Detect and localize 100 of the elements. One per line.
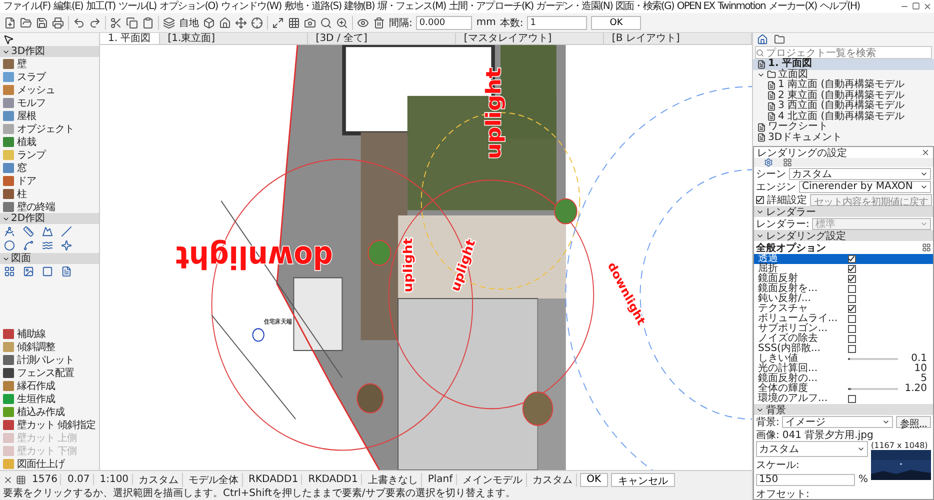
count-field[interactable]: 1 bbox=[527, 16, 588, 30]
view-field[interactable]: カスタム bbox=[136, 472, 183, 486]
view-field[interactable]: RKDADD1 bbox=[305, 474, 362, 485]
circle-icon[interactable] bbox=[4, 240, 15, 251]
close-icon[interactable] bbox=[921, 148, 930, 157]
tool-item[interactable]: 壁の終端 bbox=[0, 200, 99, 213]
tree-item[interactable]: 1. 平面図 bbox=[753, 59, 934, 70]
cut-icon[interactable] bbox=[110, 16, 122, 28]
section-header[interactable]: レンダラー bbox=[754, 206, 933, 217]
view-field[interactable]: カスタム bbox=[530, 472, 577, 486]
tree-item[interactable]: 1 南立面 (自動再構築モデル bbox=[753, 80, 934, 90]
tool-item[interactable]: 傾斜調整 bbox=[0, 340, 99, 353]
spacing-field[interactable]: 0.000 bbox=[416, 16, 472, 30]
layers-icon[interactable] bbox=[163, 16, 175, 28]
grid-icon[interactable] bbox=[783, 158, 792, 167]
paste-icon[interactable] bbox=[142, 16, 154, 28]
grid-icon[interactable] bbox=[4, 266, 15, 277]
view-field[interactable]: 上書きなし bbox=[364, 472, 422, 486]
checkbox[interactable] bbox=[848, 275, 856, 283]
menu-item[interactable]: 土間・アプローチ(K) bbox=[448, 0, 534, 12]
close-icon[interactable] bbox=[923, 2, 932, 11]
section-header[interactable]: 背景 bbox=[754, 404, 933, 415]
background-dropdown[interactable]: イメージ bbox=[782, 416, 893, 428]
tool-item[interactable]: オブジェクト bbox=[0, 122, 99, 135]
menu-item[interactable]: ウィンドウ(W) bbox=[220, 0, 282, 12]
tool-item[interactable]: 壁 bbox=[0, 57, 99, 70]
tool-item[interactable]: 計測パレット bbox=[0, 353, 99, 366]
section-header[interactable]: レンダリング設定 bbox=[754, 230, 933, 241]
checkbox[interactable] bbox=[848, 265, 856, 273]
fit-dropdown[interactable]: カスタム bbox=[756, 441, 868, 457]
checkbox[interactable] bbox=[848, 295, 856, 303]
search-icon[interactable] bbox=[320, 16, 332, 28]
tool-item[interactable]: フェンス配置 bbox=[0, 366, 99, 379]
section-header[interactable]: 図面 bbox=[0, 253, 99, 264]
checkbox[interactable] bbox=[848, 285, 856, 293]
checkbox[interactable] bbox=[848, 345, 856, 353]
browse-button[interactable]: 参照... bbox=[896, 416, 931, 428]
tool-item[interactable]: 生垣作成 bbox=[0, 392, 99, 405]
expand-icon[interactable] bbox=[272, 16, 284, 28]
move-icon[interactable] bbox=[235, 16, 247, 28]
checkbox[interactable] bbox=[848, 305, 856, 313]
tool-item[interactable]: 図面仕上げ bbox=[0, 457, 99, 470]
checkbox[interactable] bbox=[756, 196, 764, 204]
tool-item[interactable]: 植込み作成 bbox=[0, 405, 99, 418]
grid-icon[interactable] bbox=[16, 474, 26, 484]
pointer-icon[interactable] bbox=[3, 34, 14, 45]
view-field[interactable]: モデル全体 bbox=[186, 472, 243, 486]
tree-item[interactable]: 2 東立面 (自動再構築モデル bbox=[753, 90, 934, 101]
tool-item[interactable]: 柱 bbox=[0, 187, 99, 200]
checkbox[interactable] bbox=[848, 335, 856, 343]
menu-item[interactable]: 塀・フェンス(M) bbox=[376, 0, 447, 12]
trash-icon[interactable] bbox=[373, 16, 385, 28]
menu-item[interactable]: 編集(E) bbox=[52, 0, 84, 12]
box-icon[interactable] bbox=[203, 16, 215, 28]
grid-icon[interactable] bbox=[922, 243, 931, 252]
settings-icon[interactable] bbox=[764, 158, 773, 167]
tree-item[interactable]: 立面図 bbox=[753, 70, 934, 80]
tool-item[interactable]: モルフ bbox=[0, 96, 99, 109]
redo-icon[interactable] bbox=[89, 16, 101, 28]
menu-item[interactable]: ガーデン・造園(N) bbox=[535, 0, 614, 12]
print-icon[interactable] bbox=[52, 16, 64, 28]
house-icon[interactable] bbox=[757, 34, 768, 45]
grid-icon[interactable] bbox=[288, 16, 300, 28]
close-icon[interactable] bbox=[3, 474, 13, 484]
tool-item[interactable]: 植栽 bbox=[0, 135, 99, 148]
house-icon[interactable] bbox=[219, 16, 231, 28]
save-icon[interactable] bbox=[36, 16, 48, 28]
folder-icon[interactable] bbox=[774, 34, 785, 45]
new-file-icon[interactable] bbox=[4, 16, 16, 28]
section-header[interactable]: 2D作図 bbox=[0, 213, 99, 224]
menu-item[interactable]: OPEN EX bbox=[676, 0, 716, 12]
checkbox[interactable] bbox=[848, 255, 856, 263]
menu-item[interactable]: 図面・検索(G) bbox=[614, 0, 675, 12]
camera-icon[interactable] bbox=[304, 16, 316, 28]
crosshair-icon[interactable] bbox=[251, 16, 263, 28]
view-field[interactable]: RKDADD1 bbox=[246, 474, 302, 485]
menu-item[interactable]: 加工(T) bbox=[84, 0, 116, 12]
tool-item[interactable]: 屋根 bbox=[0, 109, 99, 122]
view-field[interactable]: メインモデル bbox=[460, 472, 527, 486]
scene-dropdown[interactable]: カスタム bbox=[789, 168, 931, 180]
wave-icon[interactable] bbox=[42, 240, 53, 251]
zoom-in-icon[interactable] bbox=[336, 16, 348, 28]
cancel-button[interactable]: キャンセル bbox=[611, 472, 676, 486]
scale-field[interactable]: 150 bbox=[756, 474, 856, 486]
tool-item[interactable]: ランプ bbox=[0, 148, 99, 161]
view-tab[interactable]: [1.東立面] bbox=[160, 33, 308, 44]
ruler-icon[interactable] bbox=[23, 226, 34, 237]
view-field[interactable]: Planf bbox=[424, 474, 457, 485]
menu-item[interactable]: メーカー(X) bbox=[767, 0, 818, 12]
tool-item[interactable]: 縁石作成 bbox=[0, 379, 99, 392]
search-field[interactable]: プロジェクト一覧を検索 bbox=[755, 46, 932, 59]
line-icon[interactable] bbox=[61, 226, 72, 237]
caret-icon[interactable] bbox=[857, 445, 865, 453]
compass-icon[interactable] bbox=[4, 226, 15, 237]
menu-item[interactable]: 建物(B) bbox=[343, 0, 376, 12]
ok-button[interactable]: OK bbox=[580, 472, 608, 486]
tool-item[interactable]: 窓 bbox=[0, 161, 99, 174]
view-field[interactable]: 1576 bbox=[29, 474, 62, 485]
tree-item[interactable]: 3 西立面 (自動再構築モデル bbox=[753, 101, 934, 112]
tree-item[interactable]: ワークシート bbox=[753, 122, 934, 132]
